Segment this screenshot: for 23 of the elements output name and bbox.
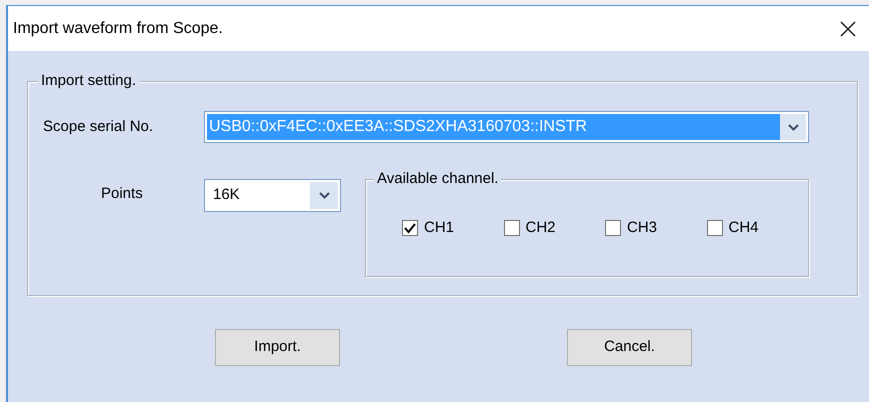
serial-value: USB0::0xF4EC::0xEE3A::SDS2XHA3160703::INSTR — [207, 114, 780, 140]
check-icon — [404, 222, 416, 234]
checkbox-label: CH3 — [627, 218, 658, 238]
checkbox-label: CH4 — [728, 218, 759, 238]
window-title: Import waveform from Scope. — [13, 18, 223, 38]
close-icon — [839, 20, 857, 38]
import-button[interactable]: Import. — [215, 329, 340, 366]
group-title: Import setting. — [38, 72, 140, 90]
dropdown-button[interactable] — [780, 114, 806, 140]
checkbox[interactable] — [504, 220, 520, 236]
cancel-button[interactable]: Cancel. — [567, 329, 692, 366]
field-label: Scope serial No. — [42, 116, 154, 137]
points-dropdown[interactable]: 16K — [204, 179, 341, 212]
dropdown-button[interactable] — [310, 182, 338, 209]
checkbox-label: CH2 — [526, 218, 556, 238]
checkbox[interactable] — [605, 220, 621, 236]
checkbox-label: CH1 — [424, 218, 454, 238]
field-label: Points — [100, 184, 144, 204]
checkbox[interactable] — [402, 220, 418, 236]
points-value: 16K — [212, 185, 241, 206]
chevron-down-icon — [788, 124, 798, 130]
checkbox[interactable] — [706, 220, 722, 236]
chevron-down-icon — [318, 192, 330, 199]
